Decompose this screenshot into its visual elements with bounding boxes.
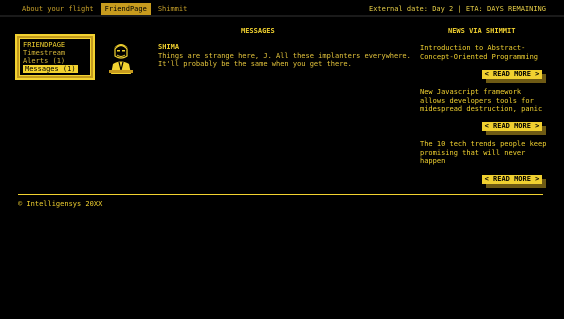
news-item: Introduction to Abstract-Concept-Oriente… (420, 44, 550, 79)
menu-item-messages[interactable]: Messages (1) (23, 65, 78, 73)
sender-avatar (106, 40, 136, 74)
main-nav: About your flight FriendPage Shimmit (18, 3, 191, 15)
friendpage-menu-inner: FRIENDPAGE Timestream Alerts (1) Message… (19, 38, 91, 76)
news-headline: The 10 tech trends people keep promising… (420, 140, 547, 165)
footer-divider (18, 194, 543, 195)
menu-title: FRIENDPAGE (23, 41, 66, 49)
nav-about-flight[interactable]: About your flight (18, 3, 98, 15)
read-more-button[interactable]: < READ MORE > (482, 122, 542, 131)
friendpage-menu: FRIENDPAGE Timestream Alerts (1) Message… (15, 34, 95, 80)
footer-copyright: © Intelligensys 20XX (18, 200, 103, 208)
read-more-button[interactable]: < READ MORE > (482, 175, 542, 184)
message-body: Things are strange here, J. All these im… (158, 51, 411, 69)
message-sender: SHIMA (158, 43, 180, 51)
news-headline: New Javascript framework allows develope… (420, 88, 543, 113)
menu-item-timestream[interactable]: Timestream (23, 49, 87, 57)
nav-friendpage[interactable]: FriendPage (100, 3, 151, 15)
nav-shimmit[interactable]: Shimmit (154, 3, 192, 15)
read-more-button[interactable]: < READ MORE > (482, 70, 542, 79)
top-bar: About your flight FriendPage Shimmit Ext… (0, 0, 564, 17)
news-item: New Javascript framework allows develope… (420, 88, 550, 131)
external-date-status: External date: Day 2 | ETA: DAYS REMAINI… (368, 5, 546, 13)
news-headline: Introduction to Abstract-Concept-Oriente… (420, 44, 539, 61)
menu-item-alerts[interactable]: Alerts (1) (23, 57, 87, 65)
news-heading: NEWS VIA SHIMMIT (448, 27, 516, 35)
messages-heading: MESSAGES (241, 27, 275, 35)
news-item: The 10 tech trends people keep promising… (420, 140, 550, 184)
message-item: SHIMA Things are strange here, J. All th… (158, 43, 413, 69)
